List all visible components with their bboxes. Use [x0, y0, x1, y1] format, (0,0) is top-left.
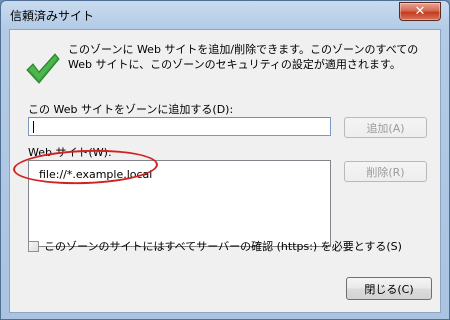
add-site-input[interactable] — [28, 117, 331, 136]
trusted-sites-dialog: 信頼済みサイト ✕ このゾーンに Web サイトを追加/削除できます。このゾーン… — [0, 0, 450, 320]
require-https-label[interactable]: このゾーンのサイトにはすべてサーバーの確認 (https:) を必要とする(S) — [44, 238, 402, 254]
list-item[interactable]: file://*.example.local — [39, 168, 152, 181]
window-close-button[interactable]: ✕ — [399, 2, 441, 21]
close-icon: ✕ — [414, 4, 426, 19]
zone-info-text: このゾーンに Web サイトを追加/削除できます。このゾーンのすべての Web … — [68, 43, 419, 71]
require-https-checkbox[interactable] — [28, 240, 39, 252]
remove-button[interactable]: 削除(R) — [344, 161, 427, 182]
text-caret — [33, 121, 34, 133]
close-button[interactable]: 閉じる(C) — [346, 277, 432, 300]
window-title: 信頼済みサイト — [10, 9, 95, 23]
add-button[interactable]: 追加(A) — [344, 117, 427, 138]
title-bar[interactable]: 信頼済みサイト ✕ — [1, 1, 449, 29]
checkmark-icon — [26, 53, 60, 84]
require-https-row[interactable]: このゾーンのサイトにはすべてサーバーの確認 (https:) を必要とする(S) — [28, 238, 402, 254]
dialog-body: このゾーンに Web サイトを追加/削除できます。このゾーンのすべての Web … — [9, 29, 441, 313]
websites-list[interactable]: file://*.example.local — [28, 160, 331, 247]
add-site-label: この Web サイトをゾーンに追加する(D): — [28, 103, 234, 116]
websites-label: Web サイト(W): — [28, 146, 112, 159]
